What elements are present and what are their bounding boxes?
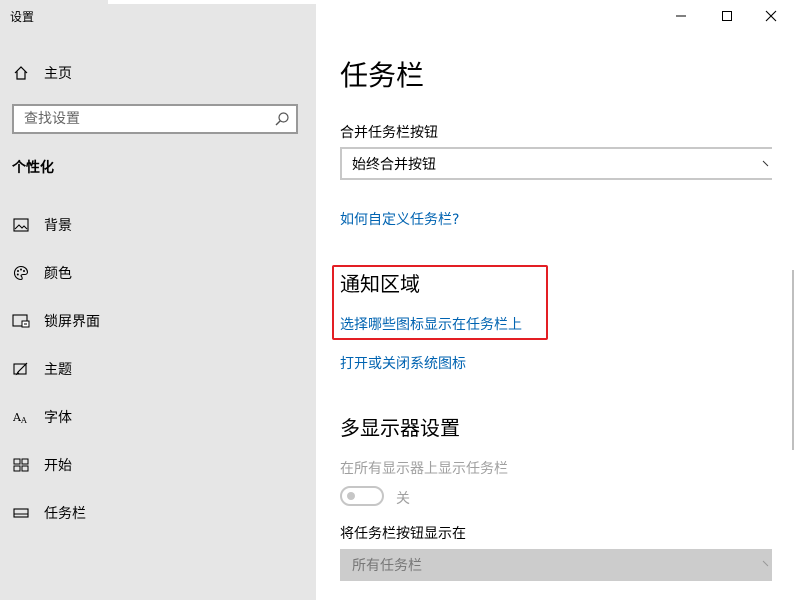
title-bar-strip — [108, 0, 316, 4]
dropdown-value: 始终合并按钮 — [352, 156, 436, 173]
search-icon[interactable] — [274, 111, 290, 131]
select-icons-link[interactable]: 选择哪些图标显示在任务栏上 — [340, 314, 522, 334]
combine-buttons-dropdown[interactable]: 始终合并按钮 — [340, 147, 772, 180]
show-buttons-label: 将任务栏按钮显示在 — [340, 526, 466, 542]
image-icon — [12, 216, 30, 234]
minimize-icon — [675, 7, 687, 26]
start-icon — [12, 456, 30, 474]
maximize-button[interactable] — [704, 0, 750, 32]
theme-icon — [12, 360, 30, 378]
sidebar-item-lock-screen[interactable]: 锁屏界面 — [12, 307, 100, 335]
lock-screen-icon — [12, 312, 30, 330]
sidebar-item-home[interactable]: 主页 — [12, 59, 72, 87]
toggle-state-label: 关 — [396, 491, 410, 507]
sidebar-item-taskbar[interactable]: 任务栏 — [12, 499, 86, 527]
show-all-displays-toggle[interactable] — [340, 486, 384, 506]
toggle-knob — [347, 492, 355, 500]
taskbar-icon — [12, 504, 30, 522]
system-icons-link[interactable]: 打开或关闭系统图标 — [340, 353, 466, 373]
sidebar-item-label: 字体 — [44, 410, 72, 426]
sidebar-item-label: 开始 — [44, 458, 72, 474]
combine-buttons-label: 合并任务栏按钮 — [340, 125, 438, 141]
customize-taskbar-link[interactable]: 如何自定义任务栏? — [340, 209, 459, 229]
chevron-down-icon — [762, 557, 772, 573]
sidebar-item-label: 主页 — [44, 66, 72, 82]
chevron-down-icon — [762, 157, 772, 173]
maximize-icon — [721, 7, 733, 26]
sidebar-item-label: 颜色 — [44, 266, 72, 282]
svg-text:A: A — [20, 416, 27, 425]
sidebar-item-label: 任务栏 — [44, 506, 86, 522]
dropdown-value: 所有任务栏 — [352, 558, 422, 574]
app-title: 设置 — [10, 10, 35, 24]
sidebar-item-colors[interactable]: 颜色 — [12, 259, 72, 287]
palette-icon — [12, 264, 30, 282]
sidebar-item-label: 锁屏界面 — [44, 314, 100, 330]
search-input[interactable] — [14, 106, 264, 132]
multi-display-heading: 多显示器设置 — [340, 416, 460, 440]
show-all-displays-label: 在所有显示器上显示任务栏 — [340, 461, 508, 477]
content-pane: 任务栏 合并任务栏按钮 始终合并按钮 如何自定义任务栏? 通知区域 选择哪些图标… — [316, 0, 794, 600]
show-buttons-dropdown[interactable]: 所有任务栏 — [340, 549, 772, 581]
notification-area-heading: 通知区域 — [340, 272, 420, 296]
sidebar-item-start[interactable]: 开始 — [12, 451, 72, 479]
section-title-personalization: 个性化 — [12, 160, 54, 176]
page-title: 任务栏 — [340, 59, 425, 92]
sidebar: 设置 主页 个性化 背景 颜色 锁屏界面 主题 — [0, 0, 316, 600]
sidebar-item-fonts[interactable]: AA 字体 — [12, 403, 72, 431]
font-icon: AA — [12, 408, 30, 426]
close-button[interactable] — [748, 0, 794, 32]
sidebar-item-themes[interactable]: 主题 — [12, 355, 72, 383]
minimize-button[interactable] — [658, 0, 704, 32]
search-box[interactable] — [12, 104, 298, 134]
sidebar-item-background[interactable]: 背景 — [12, 211, 72, 239]
sidebar-item-label: 主题 — [44, 362, 72, 378]
home-icon — [12, 64, 30, 82]
sidebar-item-label: 背景 — [44, 218, 72, 234]
close-icon — [765, 7, 777, 26]
